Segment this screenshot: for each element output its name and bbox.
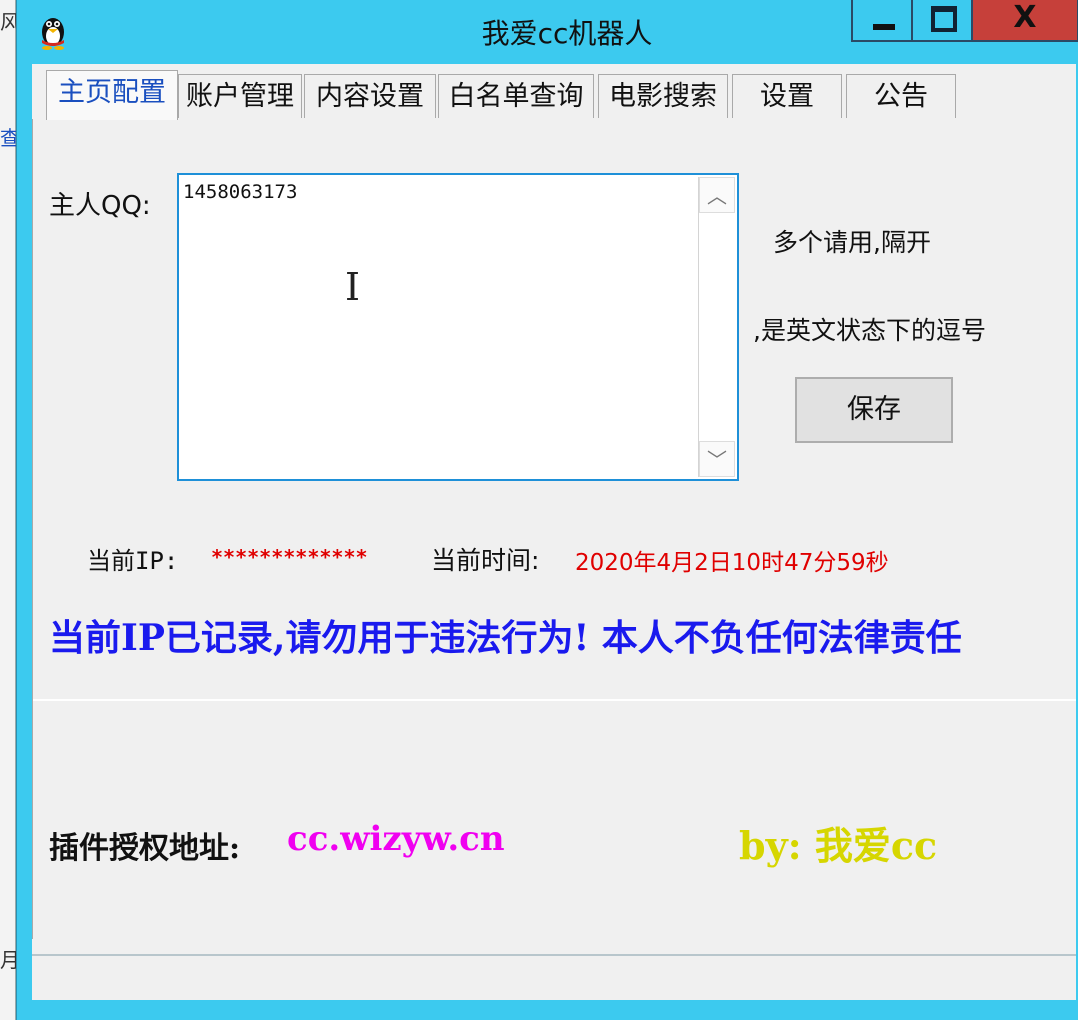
current-time-label: 当前时间: — [431, 546, 540, 575]
minimize-button[interactable] — [851, 0, 913, 42]
current-ip-label: 当前IP: — [87, 547, 179, 575]
minimize-icon — [873, 24, 895, 30]
master-qq-textarea[interactable]: 1458063173 I ︿ ﹀ — [177, 173, 739, 481]
penguin-icon — [42, 18, 64, 50]
master-qq-label: 主人QQ: — [49, 191, 151, 221]
current-time-value: 2020年4月2日10时47分59秒 — [575, 550, 889, 576]
tab-whitelist[interactable]: 白名单查询 — [438, 74, 594, 118]
tab-panel-home: 主人QQ: 1458063173 I ︿ ﹀ 多个请用,隔开 ,是英文状态下的逗… — [32, 119, 1076, 939]
auth-address-link[interactable]: cc.wizyw.cn — [287, 819, 505, 859]
tab-strip: 主页配置 账户管理 内容设置 白名单查询 电影搜索 设置 公告 — [32, 70, 1076, 125]
hint-multiple: 多个请用,隔开 — [773, 228, 931, 257]
save-button[interactable]: 保存 — [795, 377, 953, 443]
close-button[interactable]: X — [973, 0, 1078, 42]
tab-notice[interactable]: 公告 — [846, 74, 956, 118]
tab-content[interactable]: 内容设置 — [304, 74, 436, 118]
legal-warning: 当前IP已记录,请勿用于违法行为! 本人不负任何法律责任 — [49, 617, 962, 659]
client-area: 主页配置 账户管理 内容设置 白名单查询 电影搜索 设置 公告 主人QQ: 14… — [32, 64, 1076, 1000]
auth-address-label: 插件授权地址: — [49, 831, 241, 866]
maximize-button[interactable] — [913, 0, 973, 42]
divider — [33, 699, 1076, 701]
tab-movie-search[interactable]: 电影搜索 — [598, 74, 728, 118]
tab-settings[interactable]: 设置 — [732, 74, 842, 118]
app-window: 我爱cc机器人 X 主页配置 账户管理 内容设置 白名单查询 电影搜索 设置 公… — [16, 0, 1078, 1020]
author-byline: by: 我爱cc — [739, 823, 938, 868]
chevron-up-icon[interactable]: ︿ — [699, 177, 735, 213]
tab-account[interactable]: 账户管理 — [178, 74, 302, 118]
current-ip-value: ************* — [211, 545, 368, 569]
window-title: 我爱cc机器人 — [481, 17, 653, 50]
background-window-edge: 风 查 月 — [0, 0, 20, 1020]
chevron-down-icon[interactable]: ﹀ — [699, 441, 735, 477]
hint-comma: ,是英文状态下的逗号 — [753, 316, 986, 345]
tab-home-config[interactable]: 主页配置 — [46, 70, 178, 120]
status-bar — [32, 954, 1076, 1000]
vertical-scrollbar[interactable]: ︿ ﹀ — [698, 177, 735, 477]
title-bar[interactable]: 我爱cc机器人 X — [17, 0, 1078, 64]
master-qq-value: 1458063173 — [183, 181, 298, 203]
ibeam-cursor-icon: I — [345, 265, 361, 309]
maximize-icon — [931, 6, 957, 32]
